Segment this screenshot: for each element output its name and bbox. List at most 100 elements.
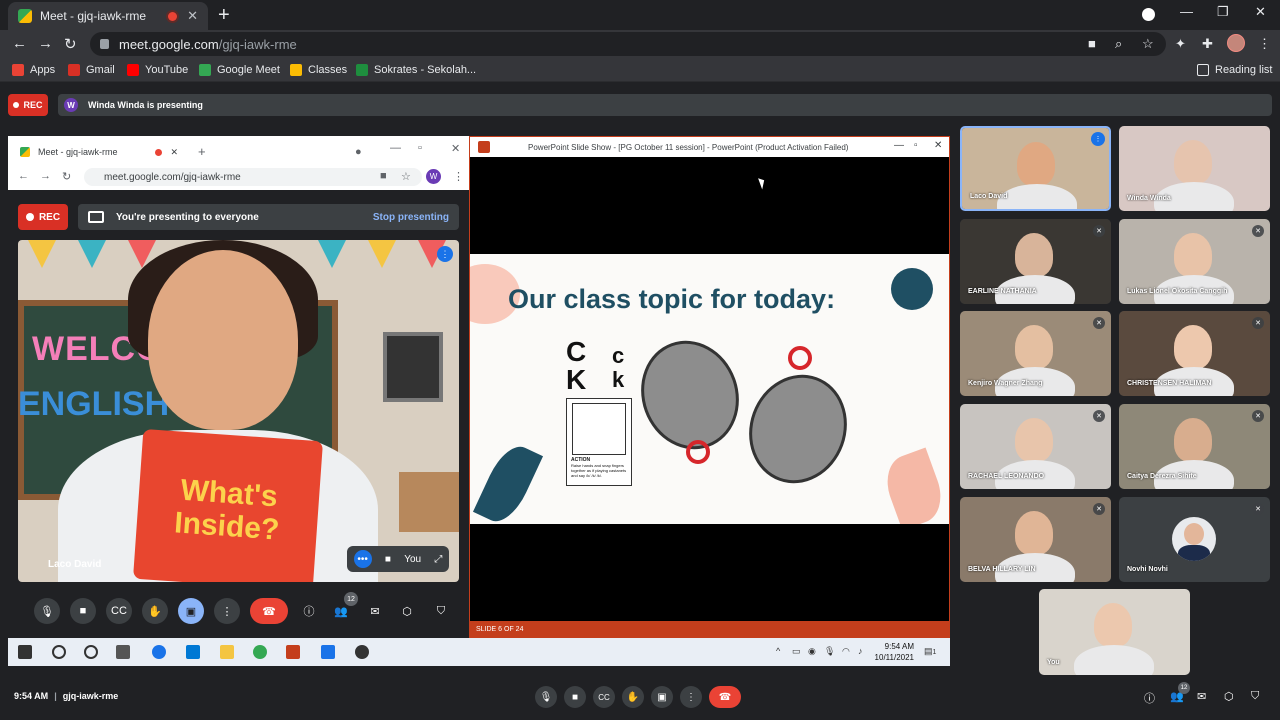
captions-icon: CC xyxy=(106,598,132,624)
bookmark-sokrates[interactable]: Sokrates - Sekolah... xyxy=(356,64,476,76)
url-host: meet.google.com xyxy=(119,36,219,52)
address-bar[interactable]: meet.google.com/gjq-iawk-rme xyxy=(90,32,1166,56)
present-icon: ▣ xyxy=(178,598,204,624)
participant-tile[interactable]: ✕ RACHAEL LEONANDO xyxy=(960,404,1111,489)
wall-picture xyxy=(383,332,443,402)
pennant-decoration xyxy=(318,240,346,268)
meeting-details: 9:54 AM | gjq-iawk-rme xyxy=(14,691,119,701)
inner-browser-tab: Meet - gjq-iawk-rme ✕ xyxy=(14,142,184,162)
mic-off-icon: ✕ xyxy=(1093,317,1105,329)
url-path: /gjq-iawk-rme xyxy=(218,36,297,52)
close-window-icon[interactable]: ✕ xyxy=(1255,4,1266,20)
mic-button[interactable]: 🎙 xyxy=(535,686,557,708)
slide: Our class topic for today: C K c k ACTIO… xyxy=(470,254,949,524)
close-window-icon: ✕ xyxy=(451,143,461,155)
profile-indicator-icon[interactable] xyxy=(1142,8,1155,21)
captions-button[interactable]: CC xyxy=(593,686,615,708)
bookmark-classes[interactable]: Classes xyxy=(290,64,347,76)
recording-indicator-icon xyxy=(168,11,178,21)
expand-icon: ⤢ xyxy=(434,553,443,565)
minimize-icon: — xyxy=(390,142,401,154)
more-options-button[interactable]: ⋮ xyxy=(680,686,702,708)
participant-name: Caitya Derezra Sihite xyxy=(1127,473,1197,480)
extensions-puzzle-icon[interactable]: ✚ xyxy=(1202,36,1213,52)
you-label: You xyxy=(404,553,422,565)
decorative-circle xyxy=(891,268,933,310)
participants-count-badge: 12 xyxy=(1178,682,1190,694)
participant-tile[interactable]: ✕ BELVA HILLARY LIN xyxy=(960,497,1111,582)
speaker-name: Laco David xyxy=(48,559,102,570)
hangup-button[interactable]: ☎ xyxy=(709,686,741,708)
host-controls-button[interactable]: ⛉ xyxy=(1251,690,1259,703)
participant-name: You xyxy=(1047,659,1060,666)
present-button[interactable]: ▣ xyxy=(651,686,673,708)
slide-title: Our class topic for today: xyxy=(508,284,836,314)
menu-kebab-icon[interactable]: ⋮ xyxy=(1258,36,1271,52)
forward-icon[interactable]: → xyxy=(38,35,53,52)
inner-recording-badge: REC xyxy=(18,204,68,230)
slideshow-status-bar: SLIDE 6 OF 24 xyxy=(470,621,949,637)
tray-chevron-icon: ^ xyxy=(776,646,781,656)
taskbar-clock: 9:54 AM 10/11/2021 xyxy=(874,642,914,662)
speaking-indicator-icon: ⋮ xyxy=(1091,132,1105,146)
participant-tile[interactable]: ✕ CHRISTENSEN HALIMAN xyxy=(1119,311,1270,396)
bookmark-apps[interactable]: Apps xyxy=(12,64,55,76)
participant-tile[interactable]: ✕ Lukas Lionel Okosita Canggih xyxy=(1119,219,1270,304)
ribbon-image xyxy=(788,346,812,370)
tab-close-icon: ✕ xyxy=(170,146,178,157)
profile-avatar[interactable] xyxy=(1227,34,1245,52)
zoom-icon[interactable]: ⌕ xyxy=(1115,36,1122,52)
extension-icon[interactable]: ✦ xyxy=(1175,36,1186,52)
maximize-icon: ▫ xyxy=(914,140,918,151)
self-view-options: ••• ■ You ⤢ xyxy=(347,546,449,572)
participant-tile[interactable]: ⋮ Laco David xyxy=(960,126,1111,211)
participant-tile[interactable]: ✕ Kenjiro Wagner Zhang xyxy=(960,311,1111,396)
new-tab-button[interactable]: + xyxy=(218,4,230,27)
reload-icon: ↻ xyxy=(62,171,72,183)
browser-tab[interactable]: Meet - gjq-iawk-rme ✕ xyxy=(8,2,208,30)
minimize-icon[interactable]: — xyxy=(1180,4,1193,19)
decorative-leaf xyxy=(878,447,949,524)
reading-list-button[interactable]: Reading list xyxy=(1197,64,1272,76)
participant-tile[interactable]: ✕ Novhi Novhi xyxy=(1119,497,1270,582)
google-meet-favicon-icon xyxy=(20,147,30,157)
reload-icon[interactable]: ↻ xyxy=(64,35,77,53)
raise-hand-button[interactable]: ✋ xyxy=(622,686,644,708)
participant-video xyxy=(1015,418,1053,462)
camera-button[interactable]: ■ xyxy=(564,686,586,708)
participant-tile[interactable]: ✕ Caitya Derezra Sihite xyxy=(1119,404,1270,489)
mic-off-icon: ✕ xyxy=(1093,503,1105,515)
google-meet-icon xyxy=(199,64,211,76)
bookmark-youtube[interactable]: YouTube xyxy=(127,64,188,76)
mic-off-icon: ✕ xyxy=(1093,225,1105,237)
bookmark-star-icon[interactable]: ☆ xyxy=(1142,36,1154,52)
participant-tile[interactable]: Winda Winda xyxy=(1119,126,1270,211)
whats-inside-book: What's Inside? xyxy=(132,428,324,582)
presented-screen[interactable]: Meet - gjq-iawk-rme ✕ + ● — ▫ ✕ ← → ↻ me… xyxy=(8,136,950,666)
tab-close-icon[interactable]: ✕ xyxy=(187,8,198,24)
bookmark-google-meet[interactable]: Google Meet xyxy=(199,64,280,76)
bookmark-star-icon: ☆ xyxy=(401,171,411,183)
maximize-icon[interactable]: ❐ xyxy=(1217,4,1229,20)
participant-video xyxy=(1015,511,1053,555)
activities-button[interactable]: ⬡ xyxy=(1224,690,1234,703)
participant-tile[interactable]: ✕ EARLINE NATHANIA xyxy=(960,219,1111,304)
present-screen-icon xyxy=(88,211,104,223)
powerpoint-icon xyxy=(478,141,490,153)
mail-icon xyxy=(186,645,200,659)
new-tab-icon: + xyxy=(198,144,206,159)
browser-toolbar: ← → ↻ meet.google.com/gjq-iawk-rme ■ ⌕ ☆… xyxy=(0,30,1280,58)
participant-video xyxy=(1174,233,1212,277)
info-button[interactable]: ⓘ xyxy=(1144,690,1155,706)
participant-tile[interactable]: You xyxy=(1039,589,1190,675)
back-icon[interactable]: ← xyxy=(12,35,27,52)
close-window-icon: ✕ xyxy=(934,140,943,151)
bookmark-gmail[interactable]: Gmail xyxy=(68,64,115,76)
camera-icon: ■ xyxy=(380,170,387,182)
apps-grid-icon xyxy=(12,64,24,76)
presenting-text: Winda Winda is presenting xyxy=(88,100,203,110)
teacher-face xyxy=(148,250,298,430)
bookshelf xyxy=(399,472,459,532)
camera-permission-icon[interactable]: ■ xyxy=(1088,36,1096,51)
chat-button[interactable]: ✉ xyxy=(1197,690,1206,703)
